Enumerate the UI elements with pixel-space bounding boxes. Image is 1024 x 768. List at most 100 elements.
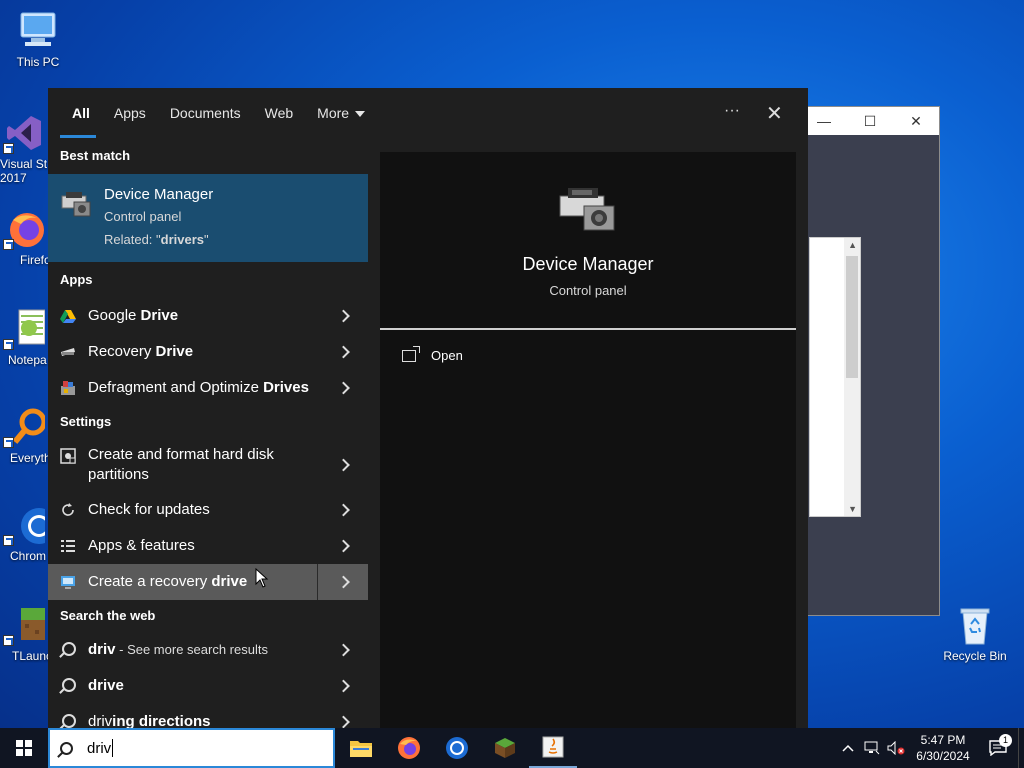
background-window-titlebar[interactable]: — ☐ ✕ xyxy=(801,107,939,135)
result-create-format-partitions[interactable]: Create and format hard disk partitions xyxy=(48,438,368,492)
chevron-right-icon[interactable] xyxy=(337,575,350,589)
start-button[interactable] xyxy=(0,728,48,768)
related-suffix: " xyxy=(204,232,209,247)
taskbar-file-explorer[interactable] xyxy=(337,728,385,768)
windows-logo-icon xyxy=(16,740,32,756)
desktop-icon-notepad[interactable]: Notepa xyxy=(0,308,48,367)
show-desktop-button[interactable] xyxy=(1018,728,1024,768)
close-icon[interactable]: ✕ xyxy=(893,113,939,130)
result-web-drive[interactable]: drive xyxy=(48,668,368,704)
desktop-icon-recycle-bin[interactable]: Recycle Bin xyxy=(937,604,1013,663)
chevron-right-icon[interactable] xyxy=(337,309,350,323)
desktop-icon-tlauncher[interactable]: TLaunc xyxy=(0,604,48,663)
preview-pane: Device Manager Control panel Open xyxy=(380,152,796,728)
taskbar-java[interactable] xyxy=(529,728,577,768)
desktop-icon-label: Notepa xyxy=(8,353,47,367)
desktop-icon-chrome[interactable]: Chrom xyxy=(0,504,48,563)
desktop-icon-firefox[interactable]: Firefo xyxy=(0,208,48,267)
section-apps: Apps xyxy=(60,272,93,287)
taskbar-chrome[interactable] xyxy=(433,728,481,768)
notepad-plus-icon xyxy=(3,308,46,350)
chevron-right-icon[interactable] xyxy=(337,539,350,553)
result-create-recovery-drive[interactable]: Create a recovery drive xyxy=(48,564,368,600)
open-action[interactable]: Open xyxy=(402,345,463,363)
result-defragment[interactable]: Defragment and Optimize Drives xyxy=(48,370,368,406)
maximize-icon[interactable]: ☐ xyxy=(847,113,893,130)
recovery-icon xyxy=(60,574,76,590)
divider xyxy=(380,328,796,330)
result-label-match: driv xyxy=(88,641,116,658)
chevron-right-icon[interactable] xyxy=(337,503,350,517)
tab-more-label: More xyxy=(317,105,350,121)
scroll-up-icon[interactable]: ▲ xyxy=(848,240,857,250)
result-label-match: driv xyxy=(88,677,116,694)
results-list: Best match Device Manager Control panel … xyxy=(48,138,368,730)
result-recovery-drive[interactable]: Recovery Drive xyxy=(48,334,368,370)
result-label: Apps & features xyxy=(88,537,195,554)
desktop-icon-label: Firefo xyxy=(20,253,48,267)
taskbar-firefox[interactable] xyxy=(385,728,433,768)
close-icon[interactable]: ✕ xyxy=(766,101,783,126)
clock-time: 5:47 PM xyxy=(920,733,966,747)
search-icon xyxy=(60,741,73,755)
minecraft-icon xyxy=(495,738,515,758)
chevron-right-icon[interactable] xyxy=(337,643,350,657)
firefox-icon xyxy=(398,737,420,759)
taskbar-minecraft[interactable] xyxy=(481,728,529,768)
taskbar-search-input[interactable]: driv xyxy=(48,728,335,768)
tab-documents[interactable]: Documents xyxy=(158,88,253,138)
section-search-web: Search the web xyxy=(60,608,156,623)
action-center-button[interactable]: 1 xyxy=(978,734,1018,756)
result-web-driv[interactable]: driv - See more search results xyxy=(48,632,368,668)
tab-all[interactable]: All xyxy=(60,88,102,138)
search-icon xyxy=(60,642,76,658)
result-label: Google xyxy=(88,307,141,324)
tlauncher-icon xyxy=(3,604,45,646)
chevron-right-icon[interactable] xyxy=(337,381,350,395)
clock[interactable]: 5:47 PM 6/30/2024 xyxy=(908,732,978,764)
tab-apps[interactable]: Apps xyxy=(102,88,158,138)
result-google-drive[interactable]: Google Drive xyxy=(48,298,368,334)
section-settings: Settings xyxy=(60,414,112,429)
result-label: Recovery xyxy=(88,343,156,360)
result-apps-features[interactable]: Apps & features xyxy=(48,528,368,564)
device-manager-icon xyxy=(556,182,620,234)
desktop-icon-visual-studio[interactable]: Visual St 2017 xyxy=(0,112,48,185)
tab-more[interactable]: More xyxy=(305,88,377,138)
search-panel: All Apps Documents Web More ··· ✕ Best m… xyxy=(48,88,808,730)
search-icon xyxy=(60,678,76,694)
desktop-icon-label: TLaunc xyxy=(12,649,48,663)
chevron-right-icon[interactable] xyxy=(337,679,350,693)
related-term: drivers xyxy=(160,232,205,247)
file-explorer-icon xyxy=(350,741,372,757)
scroll-down-icon[interactable]: ▼ xyxy=(848,504,857,514)
desktop-icon-label: Chrom xyxy=(10,549,47,563)
result-check-for-updates[interactable]: Check for updates xyxy=(48,492,368,528)
related-prefix: Related: " xyxy=(104,232,161,247)
result-label: Check for updates xyxy=(88,501,210,518)
everything-search-icon xyxy=(3,406,47,448)
result-label-match: Drives xyxy=(263,379,309,396)
desktop-icon-label: Everyth xyxy=(10,451,48,465)
chevron-right-icon[interactable] xyxy=(337,715,350,729)
result-label: e xyxy=(115,677,124,694)
volume-muted-icon[interactable] xyxy=(886,728,906,768)
tab-web[interactable]: Web xyxy=(253,88,306,138)
background-window[interactable]: — ☐ ✕ ▲ ▼ xyxy=(800,106,940,616)
desktop-icon-everything[interactable]: Everyth xyxy=(0,406,48,465)
network-icon[interactable] xyxy=(862,728,882,768)
chevron-up-icon[interactable] xyxy=(838,728,858,768)
open-icon xyxy=(402,345,420,362)
scrollbar[interactable]: ▲ ▼ xyxy=(844,238,860,516)
chevron-right-icon[interactable] xyxy=(337,345,350,359)
best-match-related: Related: "drivers" xyxy=(104,232,213,247)
desktop-icon-this-pc[interactable]: This PC xyxy=(0,10,76,69)
best-match-result[interactable]: Device Manager Control panel Related: "d… xyxy=(48,174,368,262)
chrome-icon xyxy=(3,504,48,546)
more-options-icon[interactable]: ··· xyxy=(724,102,740,120)
chevron-right-icon[interactable] xyxy=(337,458,350,472)
disk-partition-icon xyxy=(60,448,76,464)
scrollbar-thumb[interactable] xyxy=(846,256,858,378)
chrome-icon xyxy=(446,737,468,759)
system-tray: 5:47 PM 6/30/2024 1 xyxy=(836,728,1024,768)
